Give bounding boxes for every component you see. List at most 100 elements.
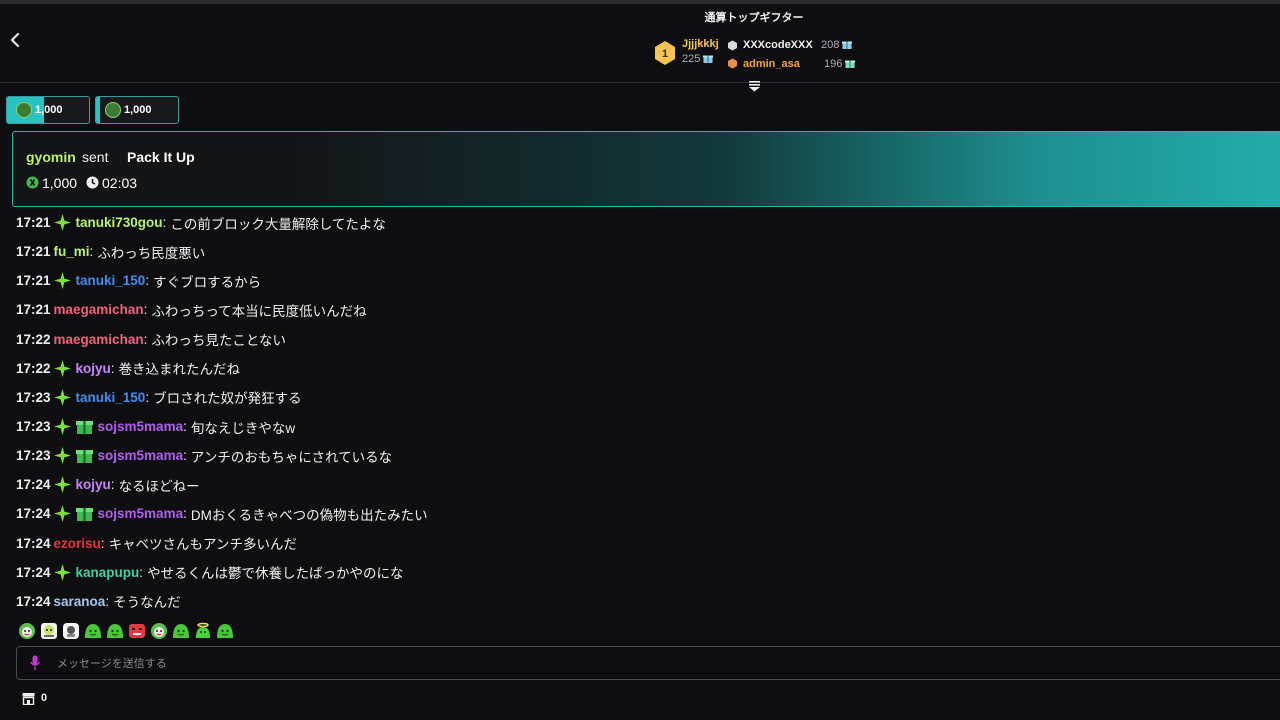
- gift-sender-name[interactable]: gyomin: [26, 149, 76, 165]
- back-arrow-icon[interactable]: [6, 30, 24, 50]
- green-blob-emote[interactable]: [84, 622, 102, 640]
- gifter-1-value: 225: [682, 53, 714, 65]
- tip-pill-1[interactable]: 1,000: [6, 96, 90, 124]
- chat-username[interactable]: sojsm5mama: [98, 419, 184, 434]
- expand-chevron-icon[interactable]: [748, 81, 761, 92]
- chat-message-row: 17:24 sojsm5mama: DMおくるきゃべつの偽物も出たみたい: [16, 499, 1256, 528]
- green-blob-emote[interactable]: [106, 622, 124, 640]
- username-separator: :: [145, 389, 150, 405]
- message-timestamp: 17:24: [16, 593, 51, 609]
- chat-message-text: DMおくるきゃべつの偽物も出たみたい: [190, 507, 428, 523]
- sparkle-badge-icon: [53, 359, 71, 377]
- chat-username[interactable]: tanuki_150: [76, 390, 146, 405]
- tipper-avatar: [105, 102, 121, 118]
- chat-message-row: 17:23 sojsm5mama: 旬なえじきやなw: [16, 412, 1256, 441]
- gifter-2-name[interactable]: XXXcodeXXX: [743, 39, 813, 51]
- message-timestamp: 17:22: [16, 360, 51, 376]
- gifter-1-name[interactable]: Jjjjkkkj: [682, 38, 719, 50]
- chat-message-row: 17:24 ezorisu: キャベツさんもアンチ多いんだ: [16, 529, 1256, 558]
- chat-message-text: 巻き込まれたんだね: [118, 362, 241, 378]
- chat-username[interactable]: tanuki_150: [76, 273, 146, 288]
- chat-message-row: 17:24 kojyu: なるほどねー: [16, 470, 1256, 499]
- cabbage-face-emote[interactable]: [150, 622, 168, 640]
- chat-message-row: 17:21 fu_mi: ふわっち民度悪い: [16, 237, 1256, 266]
- gift-icon: [703, 55, 714, 63]
- username-separator: :: [143, 331, 148, 347]
- username-separator: :: [110, 477, 115, 493]
- sparkle-badge-icon: [53, 388, 71, 406]
- username-separator: :: [183, 448, 187, 464]
- store-icon: [22, 693, 35, 705]
- username-separator: :: [183, 506, 187, 522]
- username-separator: :: [89, 244, 94, 260]
- chat-message-input[interactable]: [55, 653, 1239, 675]
- chat-header: 通算トップギフター 1 Jjjjkkkj 225 XXXcodeXXX 208 …: [0, 4, 1280, 92]
- chat-message-text: そうなんだ: [113, 595, 181, 611]
- chat-message-row: 17:23 sojsm5mama: アンチのおもちゃにされているな: [16, 441, 1256, 470]
- chat-message-row: 17:24 kanapupu: やせるくんは鬱で休養したばっかやのにな: [16, 558, 1256, 587]
- gifter-3-name[interactable]: admin_asa: [743, 58, 800, 70]
- gift-badge-icon: [75, 508, 93, 522]
- chat-input-box[interactable]: [16, 646, 1280, 680]
- chat-username[interactable]: tanuki730gou: [76, 215, 163, 230]
- chat-message-text: やせるくんは鬱で休養したばっかやのにな: [147, 566, 404, 582]
- chat-message-text: この前ブロック大量解除してたよな: [170, 216, 386, 232]
- chat-username[interactable]: maegamichan: [54, 302, 144, 317]
- username-separator: :: [143, 302, 148, 318]
- microphone-icon[interactable]: [29, 655, 41, 671]
- sparkle-badge-icon: [53, 476, 71, 494]
- sparkle-badge-icon: [53, 418, 71, 436]
- gift-badge-icon: [75, 421, 93, 435]
- tip-amount: 1,000: [124, 104, 152, 116]
- username-separator: :: [139, 564, 144, 580]
- username-separator: :: [100, 535, 105, 551]
- sparkle-badge-icon: [53, 272, 71, 290]
- rank-1-badge-icon: 1: [655, 41, 675, 65]
- bronze-hex-icon: [728, 58, 737, 69]
- chat-username[interactable]: kojyu: [76, 361, 111, 376]
- chat-username[interactable]: sojsm5mama: [98, 448, 184, 463]
- angel-blob-emote[interactable]: [194, 622, 212, 640]
- message-timestamp: 17:24: [16, 506, 51, 522]
- message-timestamp: 17:21: [16, 273, 51, 289]
- sparkle-badge-icon: [53, 505, 71, 523]
- tip-pill-2[interactable]: 1,000: [95, 96, 179, 124]
- chat-message-list: 17:21 tanuki730gou: この前ブロック大量解除してたよな 17:21 f…: [16, 208, 1256, 616]
- sparkle-badge-icon: [53, 563, 71, 581]
- message-timestamp: 17:21: [16, 244, 51, 260]
- gift-icon: [845, 60, 856, 68]
- chat-message-text: アンチのおもちゃにされているな: [190, 449, 393, 465]
- chat-username[interactable]: maegamichan: [54, 332, 144, 347]
- skull-emote[interactable]: [40, 622, 58, 640]
- gift-banner[interactable]: gyomin sent Pack It Up 1,000 02:03: [12, 131, 1280, 207]
- clock-icon: [86, 176, 99, 189]
- red-angry-emote[interactable]: [128, 622, 146, 640]
- chat-username[interactable]: sojsm5mama: [98, 506, 184, 521]
- tipper-avatar: [16, 102, 32, 118]
- gifter-2-value: 208: [821, 39, 853, 51]
- chat-username[interactable]: kanapupu: [76, 565, 140, 580]
- tip-amount: 1,000: [35, 104, 63, 116]
- message-timestamp: 17:21: [16, 302, 51, 318]
- message-timestamp: 17:23: [16, 389, 51, 405]
- chat-username[interactable]: kojyu: [76, 477, 111, 492]
- username-separator: :: [183, 419, 187, 435]
- green-blob-emote[interactable]: [216, 622, 234, 640]
- chat-message-row: 17:22 maegamichan: ふわっち見たことない: [16, 325, 1256, 354]
- username-separator: :: [162, 215, 167, 231]
- message-timestamp: 17:22: [16, 331, 51, 347]
- message-timestamp: 17:21: [16, 215, 51, 231]
- sticker-emote[interactable]: [62, 622, 80, 640]
- store-button[interactable]: 0: [18, 689, 56, 709]
- cabbage-face-emote[interactable]: [18, 622, 36, 640]
- green-blob-emote[interactable]: [172, 622, 190, 640]
- chat-message-text: キャベツさんもアンチ多いんだ: [108, 537, 298, 553]
- gifter-3-value: 196: [824, 58, 856, 70]
- chat-message-row: 17:24 saranoa: そうなんだ: [16, 587, 1256, 616]
- chat-username[interactable]: saranoa: [54, 594, 106, 609]
- top-gifters-title: 通算トップギフター: [704, 12, 804, 24]
- username-separator: :: [105, 593, 110, 609]
- chat-username[interactable]: ezorisu: [54, 536, 101, 551]
- chat-username[interactable]: fu_mi: [54, 244, 90, 259]
- username-separator: :: [110, 360, 115, 376]
